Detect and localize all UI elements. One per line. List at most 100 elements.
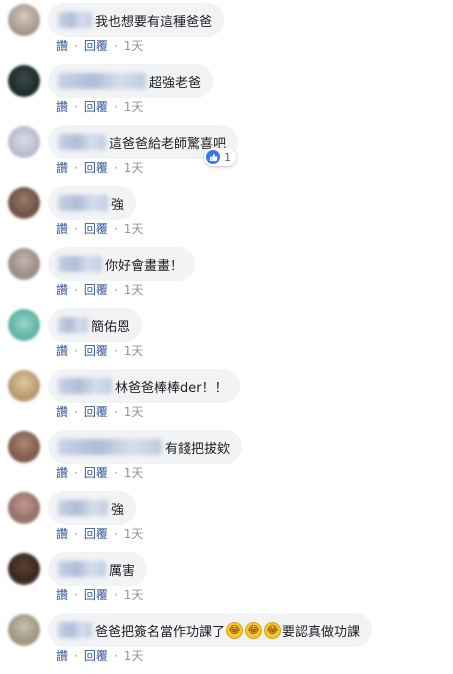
- comment-item: 有錢把拔欸 讚 · 回覆 · 1天: [0, 427, 453, 488]
- reply-link[interactable]: 回覆: [84, 403, 108, 420]
- reply-link[interactable]: 回覆: [84, 342, 108, 359]
- reply-link[interactable]: 回覆: [84, 159, 108, 176]
- like-link[interactable]: 讚: [56, 647, 68, 664]
- comment-text: 你好會畫畫！: [105, 258, 184, 274]
- commenter-name[interactable]: [58, 317, 88, 333]
- like-link[interactable]: 讚: [56, 281, 68, 298]
- comment-bubble: 爸爸把簽名當作功課了 😂 😂 😂 要認真做功課: [48, 613, 373, 647]
- laughing-emoji-icon: 😂: [226, 621, 244, 639]
- commenter-name[interactable]: [58, 500, 108, 516]
- comment-item: 我也想要有這種爸爸 讚 · 回覆 · 1天: [0, 0, 453, 61]
- commenter-name[interactable]: [58, 134, 106, 150]
- like-link[interactable]: 讚: [56, 98, 68, 115]
- comment-timestamp[interactable]: 1天: [124, 403, 144, 420]
- reply-link[interactable]: 回覆: [84, 525, 108, 542]
- separator-dot: ·: [74, 465, 78, 480]
- comment-timestamp[interactable]: 1天: [124, 464, 144, 481]
- reply-link[interactable]: 回覆: [84, 281, 108, 298]
- comment-timestamp[interactable]: 1天: [124, 342, 144, 359]
- commenter-name[interactable]: [58, 622, 92, 638]
- separator-dot: ·: [74, 404, 78, 419]
- comment-actions: 讚 · 回覆 · 1天: [56, 342, 143, 359]
- like-link[interactable]: 讚: [56, 37, 68, 54]
- like-link[interactable]: 讚: [56, 220, 68, 237]
- separator-dot: ·: [113, 282, 118, 297]
- comment-actions: 讚 · 回覆 · 1天: [56, 281, 143, 298]
- comment-text: 強: [111, 502, 125, 518]
- comment-timestamp[interactable]: 1天: [124, 98, 144, 115]
- comment-text: 超強老爸: [149, 75, 202, 91]
- separator-dot: ·: [113, 648, 118, 663]
- comment-item: 厲害 讚 · 回覆 · 1天: [0, 549, 453, 610]
- separator-dot: ·: [74, 221, 78, 236]
- avatar[interactable]: [8, 370, 40, 402]
- comment-text: 有錢把拔欸: [165, 441, 231, 457]
- avatar[interactable]: [8, 614, 40, 646]
- comment-bubble: 我也想要有這種爸爸: [48, 3, 225, 37]
- separator-dot: ·: [113, 99, 118, 114]
- separator-dot: ·: [113, 404, 118, 419]
- commenter-name[interactable]: [58, 256, 102, 272]
- avatar[interactable]: [8, 553, 40, 585]
- avatar[interactable]: [8, 431, 40, 463]
- commenter-name[interactable]: [58, 12, 92, 28]
- separator-dot: ·: [113, 587, 118, 602]
- comment-bubble: 簡佑恩: [48, 308, 143, 342]
- avatar[interactable]: [8, 248, 40, 280]
- comment-actions: 讚 · 回覆 · 1天: [56, 403, 143, 420]
- comment-timestamp[interactable]: 1天: [124, 37, 144, 54]
- comment-actions: 讚 · 回覆 · 1天: [56, 525, 143, 542]
- avatar[interactable]: [8, 187, 40, 219]
- avatar[interactable]: [8, 492, 40, 524]
- comment-item: 強 讚 · 回覆 · 1天: [0, 183, 453, 244]
- reply-link[interactable]: 回覆: [84, 464, 108, 481]
- comment-text: 要認真做功課: [282, 624, 361, 640]
- comment-timestamp[interactable]: 1天: [124, 647, 144, 664]
- like-link[interactable]: 讚: [56, 159, 68, 176]
- avatar[interactable]: [8, 126, 40, 158]
- comment-bubble: 厲害: [48, 552, 148, 586]
- comment-text: 爸爸把簽名當作功課了: [95, 624, 226, 640]
- avatar[interactable]: [8, 4, 40, 36]
- comment-timestamp[interactable]: 1天: [124, 525, 144, 542]
- like-link[interactable]: 讚: [56, 464, 68, 481]
- comment-timestamp[interactable]: 1天: [124, 159, 144, 176]
- comment-text: 厲害: [109, 563, 136, 579]
- like-link[interactable]: 讚: [56, 586, 68, 603]
- like-link[interactable]: 讚: [56, 342, 68, 359]
- laughing-emoji-icon: 😂: [264, 621, 282, 639]
- avatar[interactable]: [8, 309, 40, 341]
- comment-bubble: 林爸爸棒棒der！！: [48, 369, 240, 403]
- comment-item: 林爸爸棒棒der！！ 讚 · 回覆 · 1天: [0, 366, 453, 427]
- comment-item: 爸爸把簽名當作功課了 😂 😂 😂 要認真做功課 讚 · 回覆 · 1天: [0, 610, 453, 671]
- comment-timestamp[interactable]: 1天: [124, 220, 144, 237]
- separator-dot: ·: [74, 343, 78, 358]
- reply-link[interactable]: 回覆: [84, 98, 108, 115]
- reaction-badge[interactable]: 1: [204, 148, 236, 166]
- comment-text: 強: [111, 197, 125, 213]
- commenter-name[interactable]: [58, 439, 162, 455]
- commenter-name[interactable]: [58, 561, 106, 577]
- comment-timestamp[interactable]: 1天: [124, 281, 144, 298]
- reply-link[interactable]: 回覆: [84, 37, 108, 54]
- commenter-name[interactable]: [58, 195, 108, 211]
- reply-link[interactable]: 回覆: [84, 586, 108, 603]
- commenter-name[interactable]: [58, 73, 146, 89]
- separator-dot: ·: [74, 526, 78, 541]
- separator-dot: ·: [74, 160, 78, 175]
- like-icon: [206, 150, 220, 164]
- comment-actions: 讚 · 回覆 · 1天: [56, 98, 143, 115]
- reply-link[interactable]: 回覆: [84, 220, 108, 237]
- like-link[interactable]: 讚: [56, 525, 68, 542]
- comment-actions: 讚 · 回覆 · 1天: [56, 464, 143, 481]
- reply-link[interactable]: 回覆: [84, 647, 108, 664]
- commenter-name[interactable]: [58, 378, 112, 394]
- comment-timestamp[interactable]: 1天: [124, 586, 144, 603]
- comment-item: 簡佑恩 讚 · 回覆 · 1天: [0, 305, 453, 366]
- avatar[interactable]: [8, 65, 40, 97]
- comment-bubble: 強: [48, 491, 137, 525]
- comment-text: 我也想要有這種爸爸: [95, 14, 213, 30]
- comment-bubble: 你好會畫畫！: [48, 247, 196, 281]
- like-link[interactable]: 讚: [56, 403, 68, 420]
- comment-actions: 讚 · 回覆 · 1天: [56, 159, 143, 176]
